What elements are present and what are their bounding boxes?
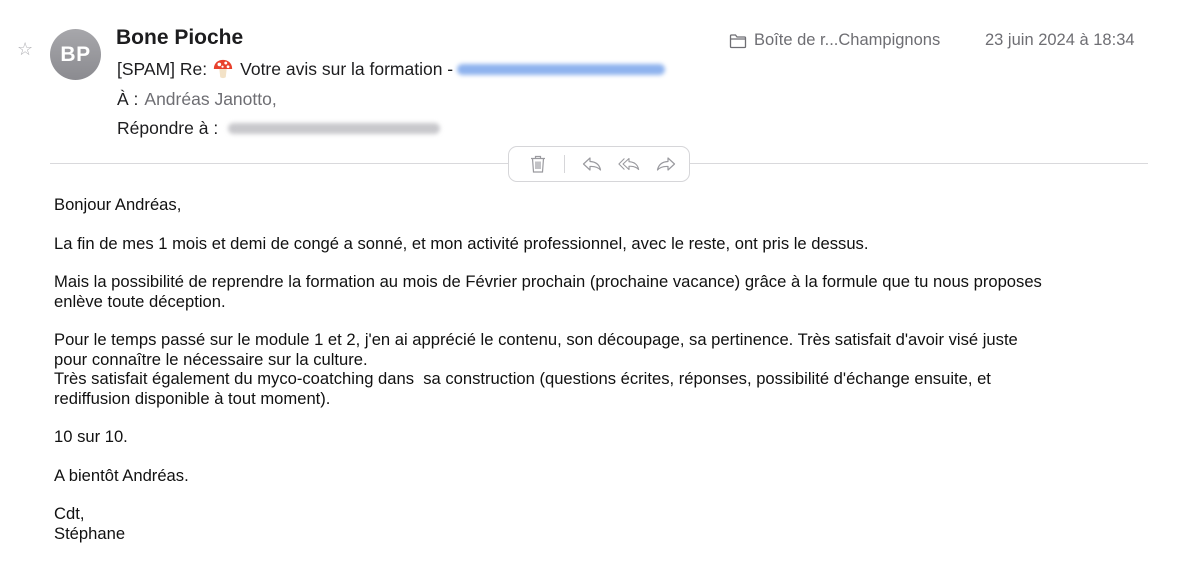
mushroom-icon — [213, 59, 233, 79]
message-date: 23 juin 2024 à 18:34 — [985, 31, 1135, 49]
forward-icon — [656, 157, 676, 171]
subject-text: Votre avis sur la formation - — [240, 58, 454, 79]
star-icon[interactable]: ☆ — [17, 40, 33, 60]
paragraph-4: 10 sur 10. — [54, 427, 128, 446]
message-actions-toolbar — [508, 146, 690, 182]
reply-to-line: Répondre à : — [117, 118, 441, 139]
avatar-initials: BP — [60, 42, 91, 66]
mailbox-location[interactable]: Boîte de r...Champignons — [729, 31, 940, 50]
paragraph-2: Mais la possibilité de reprendre la form… — [54, 272, 1042, 311]
reply-to-label: Répondre à : — [117, 118, 219, 138]
message-body: Bonjour Andréas, La fin de mes 1 mois et… — [54, 195, 1164, 562]
folder-icon — [729, 33, 747, 48]
forward-button[interactable] — [655, 153, 677, 175]
toolbar-separator — [564, 155, 566, 173]
subject-line: [SPAM] Re: Votre avis sur la formation - — [117, 58, 666, 80]
paragraph-5: A bientôt Andréas. — [54, 465, 189, 485]
avatar: BP — [50, 29, 101, 80]
reply-all-icon — [618, 157, 639, 171]
to-label: À : — [117, 89, 139, 109]
sender-name[interactable]: Bone Pioche — [116, 26, 243, 50]
to-line: À : Andréas Janotto, — [117, 89, 277, 110]
reply-all-button[interactable] — [618, 153, 640, 175]
signoff: Cdt, Stéphane — [54, 504, 126, 543]
trash-icon — [531, 155, 545, 173]
message-header: ☆ BP Bone Pioche [SPAM] Re: Votre avis s… — [0, 0, 1200, 150]
subject-prefix: [SPAM] Re: — [117, 58, 208, 79]
redacted-reply-address — [228, 123, 441, 134]
delete-button[interactable] — [527, 153, 549, 175]
paragraph-3: Pour le temps passé sur le module 1 et 2… — [54, 330, 1018, 408]
to-recipient[interactable]: Andréas Janotto, — [144, 89, 276, 109]
greeting: Bonjour Andréas, — [54, 195, 182, 214]
paragraph-1: La fin de mes 1 mois et demi de congé a … — [54, 233, 869, 253]
reply-icon — [582, 157, 601, 171]
redacted-email — [457, 63, 666, 75]
mailbox-name: Boîte de r...Champignons — [754, 31, 941, 49]
reply-button[interactable] — [581, 153, 603, 175]
